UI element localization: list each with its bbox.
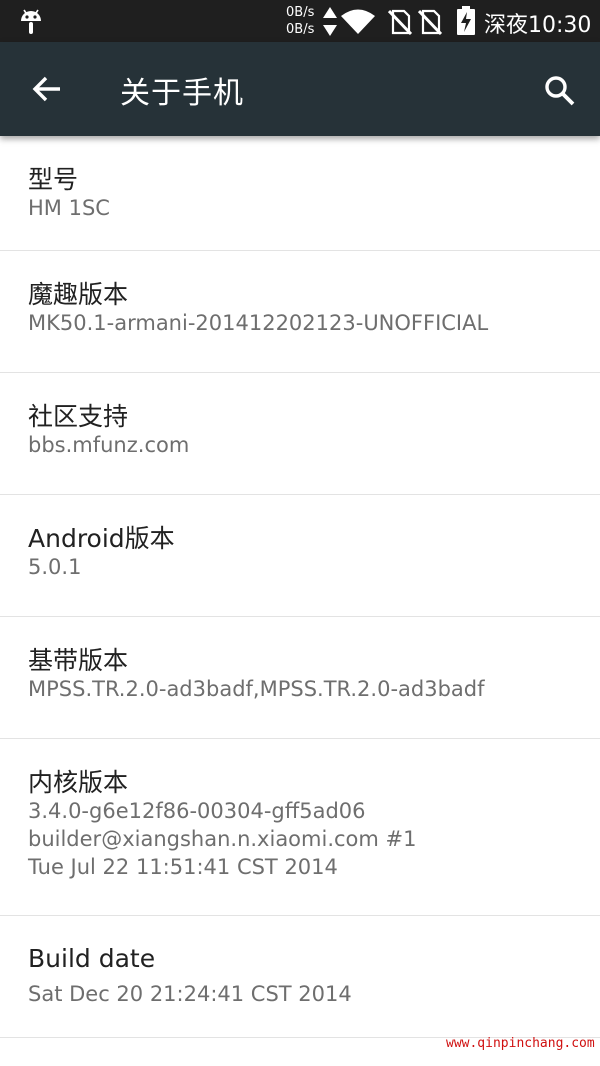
- item-value-line: MPSS.TR.2.0-ad3badf,MPSS.TR.2.0-ad3badf: [28, 677, 485, 701]
- status-bar: 0B/s 0B/s 深夜10:30: [0, 0, 600, 42]
- wifi-icon: [341, 9, 375, 34]
- no-sim-icon: [418, 9, 442, 35]
- item-value-line: HM 1SC: [28, 196, 110, 220]
- arrow-left-icon: [32, 76, 60, 102]
- item-value-line: Tue Jul 22 11:51:41 CST 2014: [28, 855, 338, 879]
- item-title: 社区支持: [28, 402, 129, 431]
- watermark: www.qinpinchang.com: [446, 1036, 595, 1051]
- item-value-line: Sat Dec 20 21:24:41 CST 2014: [28, 982, 352, 1006]
- item-value: MK50.1-armani-201412202123-UNOFFICIAL: [28, 309, 488, 337]
- item-value: 3.4.0-g6e12f86-00304-gff5ad06 builder@xi…: [28, 797, 416, 881]
- settings-list: 型号 HM 1SC 魔趣版本 MK50.1-armani-20141220212…: [0, 136, 600, 1038]
- item-value: bbs.mfunz.com: [28, 431, 189, 459]
- list-item-community-support[interactable]: 社区支持 bbs.mfunz.com: [0, 373, 600, 495]
- item-value-line: 3.4.0-g6e12f86-00304-gff5ad06: [28, 799, 366, 823]
- list-item-model[interactable]: 型号 HM 1SC: [0, 136, 600, 251]
- list-item-build-date[interactable]: Build date Sat Dec 20 21:24:41 CST 2014: [0, 916, 600, 1038]
- item-value-line: 5.0.1: [28, 555, 82, 579]
- status-time: 深夜10:30: [484, 13, 592, 38]
- item-value-line: bbs.mfunz.com: [28, 433, 190, 457]
- list-item-baseband-version[interactable]: 基带版本 MPSS.TR.2.0-ad3badf,MPSS.TR.2.0-ad3…: [0, 617, 600, 739]
- search-button[interactable]: [535, 66, 585, 116]
- item-value: Sat Dec 20 21:24:41 CST 2014: [28, 980, 352, 1008]
- item-value-line: builder@xiangshan.n.xiaomi.com #1: [28, 827, 417, 851]
- item-value-line: MK50.1-armani-201412202123-UNOFFICIAL: [28, 311, 489, 335]
- list-item-android-version[interactable]: Android版本 5.0.1: [0, 495, 600, 617]
- android-icon: [21, 9, 41, 34]
- item-title: 内核版本: [28, 768, 129, 797]
- item-title: 魔趣版本: [28, 280, 129, 309]
- battery-charging-icon: [457, 6, 475, 35]
- list-item-kernel-version[interactable]: 内核版本 3.4.0-g6e12f86-00304-gff5ad06 build…: [0, 739, 600, 916]
- item-title: Build date: [28, 944, 156, 973]
- updown-arrows-icon: [323, 7, 337, 36]
- item-title: 型号: [28, 165, 79, 194]
- item-title: Android版本: [28, 524, 175, 553]
- network-speed: 0B/s 0B/s: [286, 5, 314, 39]
- item-value: HM 1SC: [28, 194, 110, 222]
- back-button[interactable]: [22, 64, 72, 114]
- speed-down: 0B/s: [286, 22, 315, 37]
- item-value: 5.0.1: [28, 553, 81, 581]
- list-item-mokee-version[interactable]: 魔趣版本 MK50.1-armani-201412202123-UNOFFICI…: [0, 251, 600, 373]
- no-sim-icon: [388, 9, 412, 35]
- speed-up: 0B/s: [286, 5, 315, 20]
- app-bar: 关于手机: [0, 42, 600, 136]
- search-icon: [545, 76, 575, 106]
- item-value: MPSS.TR.2.0-ad3badf,MPSS.TR.2.0-ad3badf: [28, 675, 485, 703]
- item-title: 基带版本: [28, 646, 129, 675]
- page-title: 关于手机: [120, 76, 244, 111]
